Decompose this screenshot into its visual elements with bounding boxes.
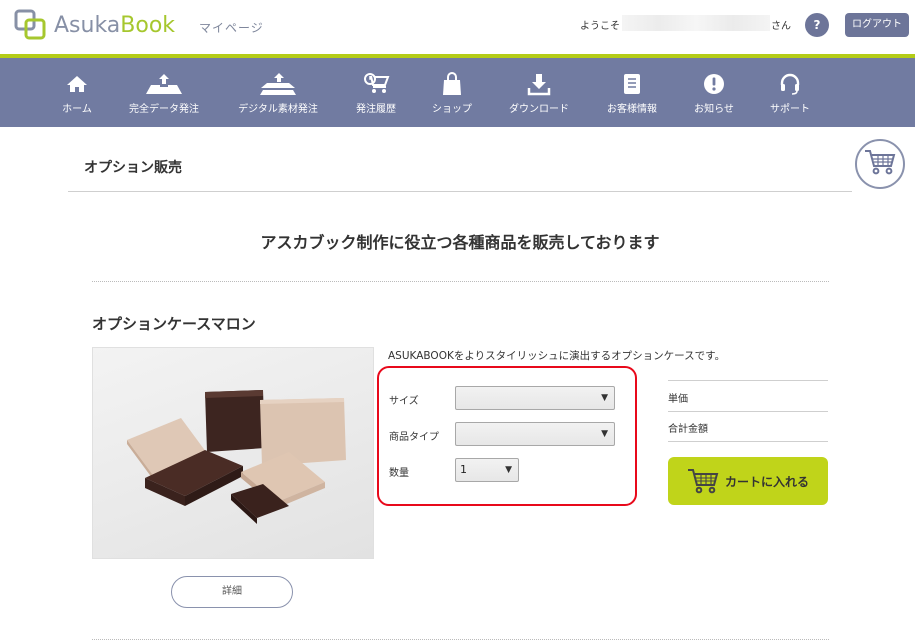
nav-item-shop[interactable]: ショップ [429, 58, 475, 127]
site-logo[interactable]: AsukaBook [14, 9, 175, 41]
page-headline: アスカブック制作に役立つ各種商品を販売しております [260, 233, 660, 252]
product-type-label: 商品タイプ [389, 432, 439, 443]
divider [668, 411, 828, 412]
shopping-cart-icon [864, 148, 896, 180]
total-price-label: 合計金額 [668, 424, 708, 435]
document-icon [623, 70, 641, 98]
add-to-cart-label: カートに入れる [724, 474, 809, 489]
nav-label: サポート [770, 104, 810, 115]
size-label: サイズ [389, 396, 419, 407]
page-title: オプション販売 [84, 160, 182, 176]
nav-label: ダウンロード [509, 104, 569, 115]
upload-layers-icon [259, 70, 297, 98]
dotted-divider [92, 639, 829, 640]
headset-icon [779, 70, 801, 98]
nav-item-notices[interactable]: お知らせ [690, 58, 738, 127]
chevron-down-icon: ▼ [601, 429, 608, 439]
nav-label: お客様情報 [607, 104, 657, 115]
nav-label: 発注履歴 [356, 104, 396, 115]
welcome-text: ようこそ [580, 21, 620, 32]
nav-item-download[interactable]: ダウンロード [505, 58, 573, 127]
chevron-down-icon: ▼ [505, 465, 512, 475]
quantity-label: 数量 [389, 468, 409, 479]
product-name: オプションケースマロン [92, 315, 256, 333]
detail-button[interactable]: 詳細 [171, 576, 293, 608]
nav-item-customer-info[interactable]: お客様情報 [602, 58, 662, 127]
nav-label: お知らせ [694, 104, 734, 115]
logo-mark-icon [14, 9, 48, 41]
size-select[interactable]: ▼ [455, 386, 615, 410]
nav-item-home[interactable]: ホーム [58, 58, 96, 127]
floating-cart-button[interactable] [855, 139, 905, 189]
main-nav: ホーム 完全データ発注 デジタル素材発注 発注履歴 ショップ ダウンロード お客… [0, 58, 915, 127]
unit-price-label: 単価 [668, 394, 688, 405]
logo-text-book: Book [120, 12, 176, 38]
shopping-bag-icon [442, 70, 462, 98]
nav-item-support[interactable]: サポート [767, 58, 813, 127]
chevron-down-icon: ▼ [601, 393, 608, 403]
download-icon [527, 70, 551, 98]
add-to-cart-button[interactable]: カートに入れる [668, 457, 828, 505]
product-description: ASUKABOOKをよりスタイリッシュに演出するオプションケースです。 [388, 350, 726, 362]
site-header: AsukaBook マイページ ようこそ さん ? ログアウト [0, 0, 915, 54]
nav-label: 完全データ発注 [129, 104, 199, 115]
product-image [92, 347, 374, 559]
help-button[interactable]: ? [805, 13, 829, 37]
upload-tray-icon [145, 70, 183, 98]
divider [68, 191, 852, 192]
welcome-suffix: さん [771, 21, 791, 32]
divider [668, 441, 828, 442]
nav-item-digital-material-order[interactable]: デジタル素材発注 [234, 58, 322, 127]
shopping-cart-icon [687, 468, 719, 494]
home-icon [66, 70, 88, 98]
alert-icon [703, 70, 725, 98]
dotted-divider [92, 281, 829, 282]
divider [668, 380, 828, 381]
mypage-label: マイページ [199, 21, 264, 35]
nav-item-full-data-order[interactable]: 完全データ発注 [125, 58, 203, 127]
nav-item-order-history[interactable]: 発注履歴 [352, 58, 400, 127]
logout-button[interactable]: ログアウト [845, 13, 909, 37]
quantity-value: 1 [460, 463, 467, 476]
product-type-select[interactable]: ▼ [455, 422, 615, 446]
username-redacted [622, 15, 770, 31]
cart-history-icon [362, 70, 390, 98]
quantity-select[interactable]: 1 ▼ [455, 458, 519, 482]
nav-label: ショップ [432, 104, 472, 115]
nav-label: デジタル素材発注 [238, 104, 318, 115]
nav-label: ホーム [62, 104, 92, 115]
logo-text-asuka: Asuka [54, 12, 121, 38]
